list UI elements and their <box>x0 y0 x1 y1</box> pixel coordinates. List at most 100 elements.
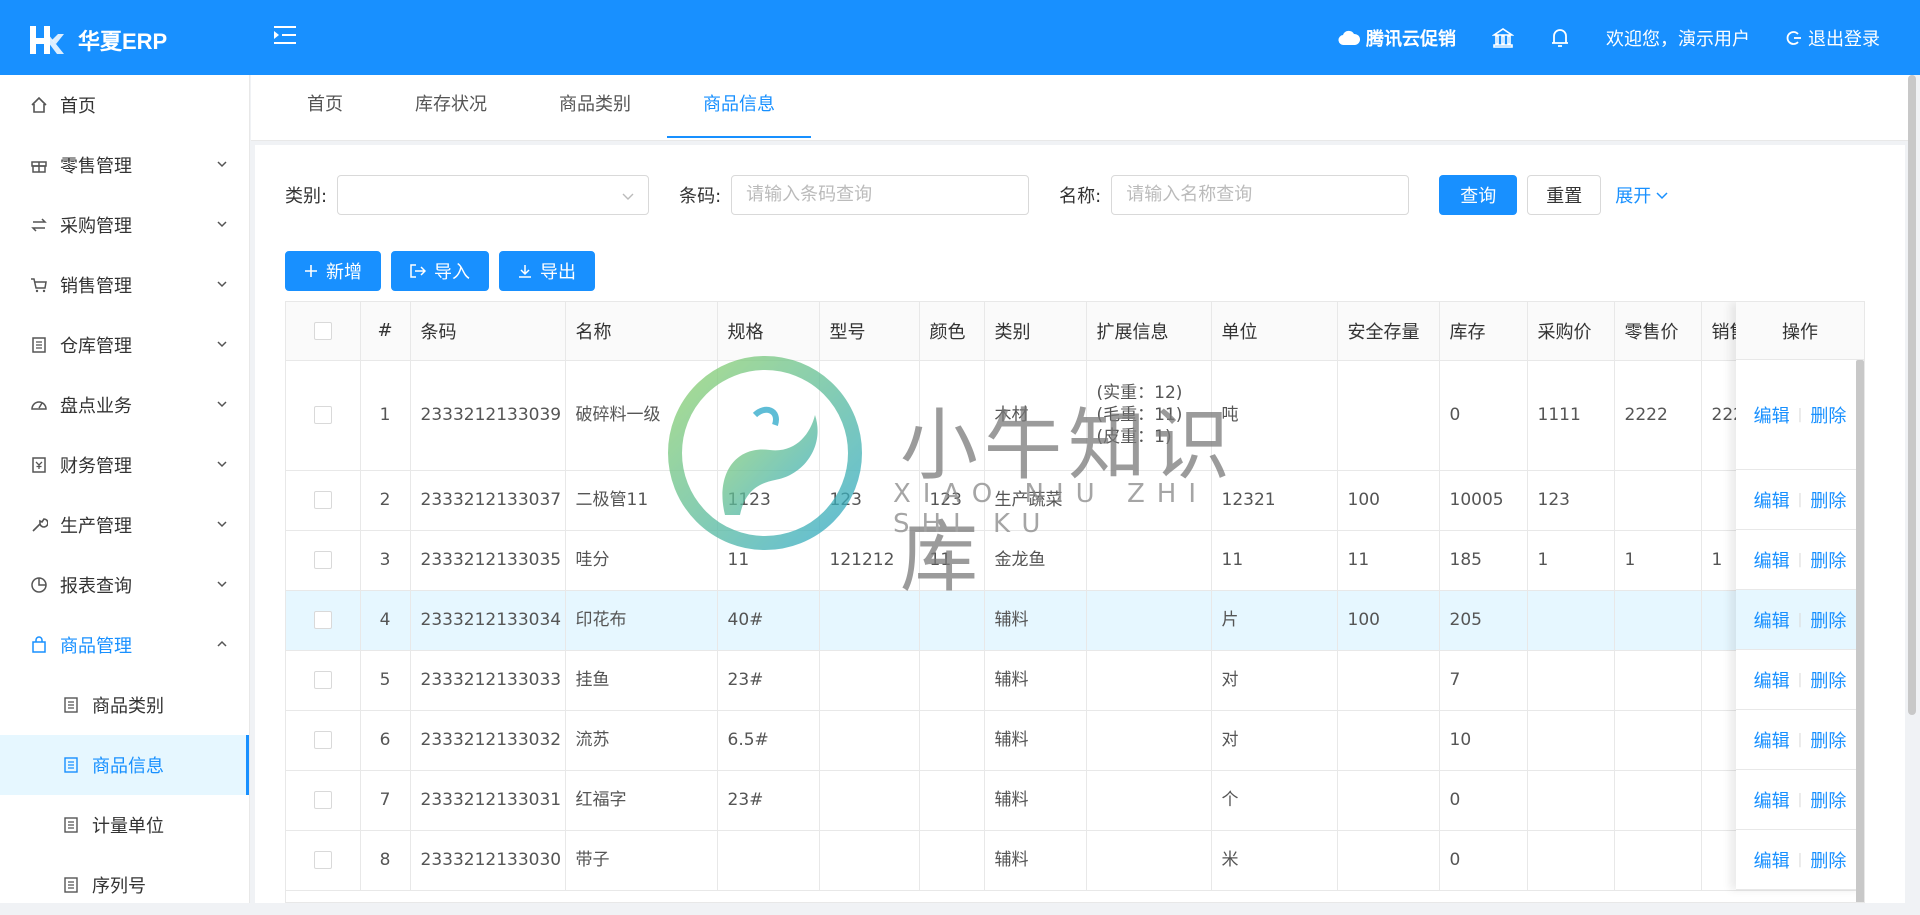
tab-goods-category[interactable]: 商品类别 <box>523 75 667 141</box>
table-cell: 121212 <box>819 530 920 591</box>
edit-link[interactable]: 编辑 <box>1754 607 1790 633</box>
category-select[interactable] <box>337 175 650 215</box>
table-cell <box>1086 830 1212 891</box>
delete-link[interactable]: 删除 <box>1810 787 1846 813</box>
table-row[interactable]: 5 2333212133033 挂鱼 23# 辅料 对 7 <box>286 650 1864 711</box>
table-cell <box>717 830 820 891</box>
table-cell: 辅料 <box>984 710 1087 771</box>
table-row[interactable]: 1 2333212133039 破碎料一级 木材 (实重：12)(毛重：11)(皮重：1… <box>286 360 1864 471</box>
sidebar-item-finance[interactable]: 财务管理 <box>0 435 249 495</box>
edit-link[interactable]: 编辑 <box>1754 547 1790 573</box>
row-checkbox[interactable] <box>286 360 361 471</box>
tab-home[interactable]: 首页 <box>271 75 379 141</box>
menu-fold-icon[interactable] <box>272 22 298 48</box>
row-checkbox[interactable] <box>286 770 361 831</box>
row-checkbox[interactable] <box>286 470 361 531</box>
list-icon <box>64 817 78 833</box>
logout-button[interactable]: 退出登录 <box>1786 25 1880 51</box>
table-cell <box>1337 650 1440 711</box>
sidebar-item-goods[interactable]: 商品管理 <box>0 615 249 675</box>
home-icon <box>31 96 47 113</box>
sidebar-item-inventory[interactable]: 盘点业务 <box>0 375 249 435</box>
table-cell: 10 <box>1439 710 1528 771</box>
top-header: 华夏ERP 腾讯云促销 欢迎您，演示用户 退出登录 <box>0 0 1920 75</box>
page-scrollbar[interactable] <box>1908 75 1916 715</box>
sidebar-subitem-goods-category[interactable]: 商品类别 <box>0 675 249 735</box>
delete-link[interactable]: 删除 <box>1810 547 1846 573</box>
delete-link[interactable]: 删除 <box>1810 667 1846 693</box>
row-checkbox[interactable] <box>286 530 361 591</box>
sidebar-item-purchase[interactable]: 采购管理 <box>0 195 249 255</box>
add-button[interactable]: 新增 <box>285 251 381 291</box>
delete-link[interactable]: 删除 <box>1810 487 1846 513</box>
chevron-down-icon <box>217 341 227 348</box>
import-button[interactable]: 导入 <box>391 251 489 291</box>
edit-link[interactable]: 编辑 <box>1754 667 1790 693</box>
promo-link[interactable]: 腾讯云促销 <box>1338 25 1456 51</box>
table-cell: 2333212133037 <box>410 470 566 531</box>
expand-link[interactable]: 展开 <box>1615 182 1669 208</box>
table-cell: 10005 <box>1439 470 1528 531</box>
sidebar-item-warehouse[interactable]: 仓库管理 <box>0 315 249 375</box>
tab-goods-info[interactable]: 商品信息 <box>667 75 811 141</box>
sidebar-subitem-serial[interactable]: 序列号 <box>0 855 249 915</box>
table-scrollbar[interactable] <box>1856 360 1864 902</box>
bank-icon[interactable] <box>1492 27 1514 49</box>
table-cell: 吨 <box>1211 360 1338 471</box>
sidebar-item-sales[interactable]: 销售管理 <box>0 255 249 315</box>
table-cell <box>819 650 920 711</box>
row-operations: 编辑 | 删除 <box>1736 710 1864 770</box>
edit-link[interactable]: 编辑 <box>1754 727 1790 753</box>
table-cell: (实重：12)(毛重：11)(皮重：1) <box>1086 360 1212 471</box>
table-row[interactable]: 3 2333212133035 哇分 11 121212 11 金龙鱼 11 11 185 1 1 1 <box>286 530 1864 591</box>
select-all-checkbox[interactable] <box>286 302 361 361</box>
query-label: 查询 <box>1460 186 1497 207</box>
reset-button[interactable]: 重置 <box>1527 175 1602 215</box>
table-cell <box>819 360 920 471</box>
edit-link[interactable]: 编辑 <box>1754 847 1790 873</box>
query-button[interactable]: 查询 <box>1439 175 1518 215</box>
sidebar-subitem-goods-info[interactable]: 商品信息 <box>0 735 249 795</box>
row-checkbox[interactable] <box>286 650 361 711</box>
row-operations: 编辑 | 删除 <box>1736 830 1864 890</box>
table-row[interactable]: 6 2333212133032 流苏 6.5# 辅料 对 10 <box>286 710 1864 771</box>
row-checkbox[interactable] <box>286 710 361 771</box>
sidebar-item-label: 报表查询 <box>60 576 132 597</box>
table-cell: 12321 <box>1211 470 1338 531</box>
sidebar-item-home[interactable]: 首页 <box>0 75 249 135</box>
table-cell: 2 <box>360 470 411 531</box>
name-input[interactable]: 请输入名称查询 <box>1111 175 1410 215</box>
edit-link[interactable]: 编辑 <box>1754 487 1790 513</box>
edit-link[interactable]: 编辑 <box>1754 402 1790 428</box>
delete-link[interactable]: 删除 <box>1810 402 1846 428</box>
delete-link[interactable]: 删除 <box>1810 607 1846 633</box>
bell-icon[interactable] <box>1550 27 1570 49</box>
tab-stock-status[interactable]: 库存状况 <box>379 75 523 141</box>
chevron-down-icon <box>217 281 227 288</box>
barcode-input[interactable]: 请输入条码查询 <box>731 175 1030 215</box>
row-checkbox[interactable] <box>286 830 361 891</box>
sidebar-item-retail[interactable]: 零售管理 <box>0 135 249 195</box>
delete-link[interactable]: 删除 <box>1810 847 1846 873</box>
sidebar-subitem-unit[interactable]: 计量单位 <box>0 795 249 855</box>
table-cell: 3 <box>360 530 411 591</box>
table-cell: 11 <box>919 530 985 591</box>
table-cell <box>819 830 920 891</box>
sidebar-item-reports[interactable]: 报表查询 <box>0 555 249 615</box>
export-button[interactable]: 导出 <box>499 251 595 291</box>
table-row[interactable]: 4 2333212133034 印花布 40# 辅料 片 100 205 <box>286 590 1864 651</box>
table-cell <box>1337 770 1440 831</box>
table-row[interactable]: 7 2333212133031 红福字 23# 辅料 个 0 <box>286 770 1864 831</box>
sidebar-item-production[interactable]: 生产管理 <box>0 495 249 555</box>
delete-link[interactable]: 删除 <box>1810 727 1846 753</box>
table-cell: 2333212133033 <box>410 650 566 711</box>
column-header: 类别 <box>984 302 1087 361</box>
edit-link[interactable]: 编辑 <box>1754 787 1790 813</box>
table-row[interactable]: 2 2333212133037 二极管11 1123 123 123 生产蔬菜 12321 10… <box>286 470 1864 531</box>
table-cell <box>1337 710 1440 771</box>
row-checkbox[interactable] <box>286 590 361 651</box>
table-row[interactable]: 8 2333212133030 带子 辅料 米 0 <box>286 830 1864 891</box>
separator: | <box>1797 491 1803 508</box>
logo[interactable]: 华夏ERP <box>26 20 167 60</box>
chevron-down-icon <box>622 193 634 200</box>
